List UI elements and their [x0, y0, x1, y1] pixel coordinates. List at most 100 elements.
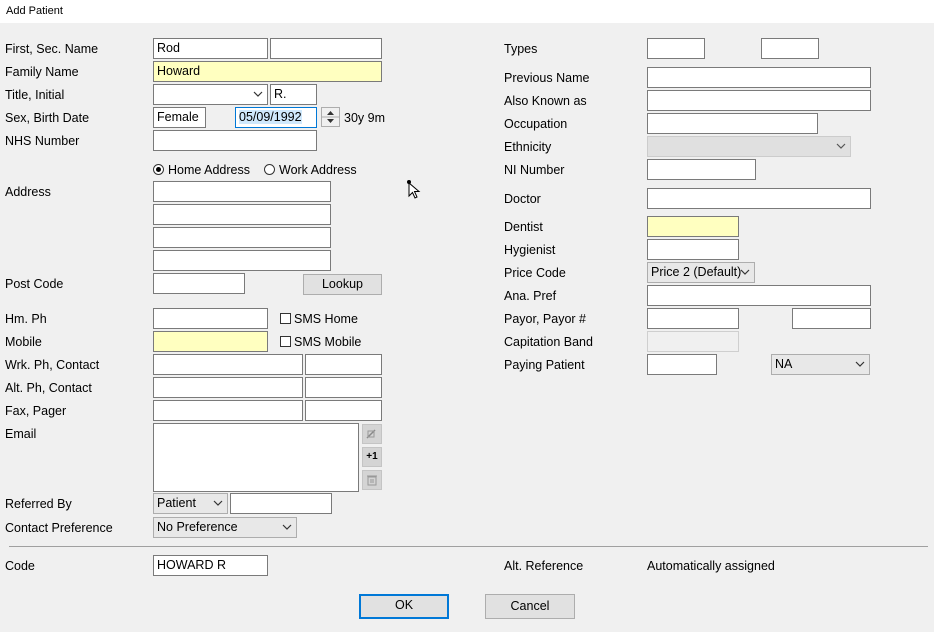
email-add-button[interactable]: +1	[362, 447, 382, 467]
paying-patient-label: Paying Patient	[504, 358, 585, 372]
title-initial-label: Title, Initial	[5, 88, 65, 102]
lookup-button[interactable]: Lookup	[303, 274, 382, 295]
contact-pref-label: Contact Preference	[5, 521, 113, 535]
price-code-value: Price 2 (Default)	[651, 265, 742, 279]
fax-input[interactable]	[153, 400, 303, 421]
email-delete-button[interactable]	[362, 470, 382, 490]
ok-button[interactable]: OK	[359, 594, 449, 619]
paying-patient-input[interactable]	[647, 354, 717, 375]
referred-by-select[interactable]: Patient	[153, 493, 228, 514]
address-label: Address	[5, 185, 51, 199]
type-input-1[interactable]	[647, 38, 705, 59]
alt-reference-label: Alt. Reference	[504, 559, 584, 573]
work-contact-input[interactable]	[305, 354, 382, 375]
hm-ph-label: Hm. Ph	[5, 312, 47, 326]
capitation-band-label: Capitation Band	[504, 335, 593, 349]
referred-by-input[interactable]	[230, 493, 332, 514]
sms-home-checkbox[interactable]	[280, 313, 291, 324]
birth-date-value: 05/09/1992	[239, 110, 302, 124]
referred-by-label: Referred By	[5, 497, 72, 511]
payor-label: Payor, Payor #	[504, 312, 586, 326]
trash-icon	[367, 475, 377, 486]
work-phone-label: Wrk. Ph, Contact	[5, 358, 100, 372]
address-line-4[interactable]	[153, 250, 331, 271]
ana-pref-input[interactable]	[647, 285, 871, 306]
family-name-label: Family Name	[5, 65, 79, 79]
work-phone-input[interactable]	[153, 354, 303, 375]
window-title: Add Patient	[6, 5, 63, 17]
occupation-input[interactable]	[647, 113, 818, 134]
edit-icon	[366, 429, 376, 439]
dentist-label: Dentist	[504, 220, 543, 234]
dentist-input[interactable]	[647, 216, 739, 237]
home-phone-input[interactable]	[153, 308, 268, 329]
post-code-label: Post Code	[5, 277, 64, 291]
chevron-down-icon	[855, 361, 865, 367]
work-address-label: Work Address	[279, 163, 357, 177]
referred-by-value: Patient	[157, 496, 196, 510]
alt-reference-value: Automatically assigned	[647, 559, 775, 573]
title-select[interactable]	[153, 84, 268, 105]
date-spinner[interactable]	[321, 107, 340, 127]
sex-input[interactable]: Female	[153, 107, 206, 128]
nhs-number-input[interactable]	[153, 130, 317, 151]
family-name-input[interactable]: Howard	[153, 61, 382, 82]
ethnicity-select[interactable]	[647, 136, 851, 157]
type-input-2[interactable]	[761, 38, 819, 59]
previous-name-input[interactable]	[647, 67, 871, 88]
sms-home-label: SMS Home	[294, 312, 358, 326]
chevron-down-icon	[282, 524, 292, 530]
also-known-as-input[interactable]	[647, 90, 871, 111]
address-line-3[interactable]	[153, 227, 331, 248]
work-address-radio[interactable]	[264, 164, 275, 175]
cancel-button[interactable]: Cancel	[485, 594, 575, 619]
hygienist-label: Hygienist	[504, 243, 556, 257]
doctor-input[interactable]	[647, 188, 871, 209]
home-address-radio[interactable]	[153, 164, 164, 175]
mobile-input[interactable]	[153, 331, 268, 352]
ana-pref-label: Ana. Pref	[504, 289, 557, 303]
code-input[interactable]: HOWARD R	[153, 555, 268, 576]
capitation-band-input	[647, 331, 739, 352]
spinner-arrows-icon	[322, 111, 339, 123]
sex-birth-label: Sex, Birth Date	[5, 111, 90, 125]
first-name-input[interactable]: Rod	[153, 38, 268, 59]
chevron-down-icon	[213, 500, 223, 506]
address-line-1[interactable]	[153, 181, 331, 202]
paying-patient-select[interactable]: NA	[771, 354, 870, 375]
sms-mobile-label: SMS Mobile	[294, 335, 362, 349]
code-label: Code	[5, 559, 35, 573]
alt-phone-label: Alt. Ph, Contact	[5, 381, 92, 395]
contact-preference-select[interactable]: No Preference	[153, 517, 297, 538]
doctor-label: Doctor	[504, 192, 541, 206]
chevron-down-icon	[253, 91, 263, 97]
hygienist-input[interactable]	[647, 239, 739, 260]
payor-input[interactable]	[647, 308, 739, 329]
also-known-as-label: Also Known as	[504, 94, 587, 108]
age-text: 30y 9m	[344, 111, 385, 125]
initial-input[interactable]: R.	[270, 84, 317, 105]
payor-number-input[interactable]	[792, 308, 871, 329]
sms-mobile-checkbox[interactable]	[280, 336, 291, 347]
post-code-input[interactable]	[153, 273, 245, 294]
ni-number-input[interactable]	[647, 159, 756, 180]
price-code-select[interactable]: Price 2 (Default)	[647, 262, 755, 283]
alt-contact-input[interactable]	[305, 377, 382, 398]
address-line-2[interactable]	[153, 204, 331, 225]
email-edit-button[interactable]	[362, 424, 382, 444]
email-label: Email	[5, 427, 37, 441]
first-sec-name-label: First, Sec. Name	[5, 42, 99, 56]
fax-pager-label: Fax, Pager	[5, 404, 67, 418]
mobile-label: Mobile	[5, 335, 42, 349]
alt-phone-input[interactable]	[153, 377, 303, 398]
email-textarea[interactable]	[153, 423, 359, 492]
mouse-cursor-icon	[407, 180, 421, 199]
birth-date-input[interactable]: 05/09/1992	[235, 107, 317, 128]
nhs-label: NHS Number	[5, 134, 80, 148]
pager-input[interactable]	[305, 400, 382, 421]
second-name-input[interactable]	[270, 38, 382, 59]
chevron-down-icon	[740, 269, 750, 275]
paying-patient-value: NA	[775, 357, 793, 371]
contact-preference-value: No Preference	[157, 520, 238, 534]
ni-number-label: NI Number	[504, 163, 565, 177]
